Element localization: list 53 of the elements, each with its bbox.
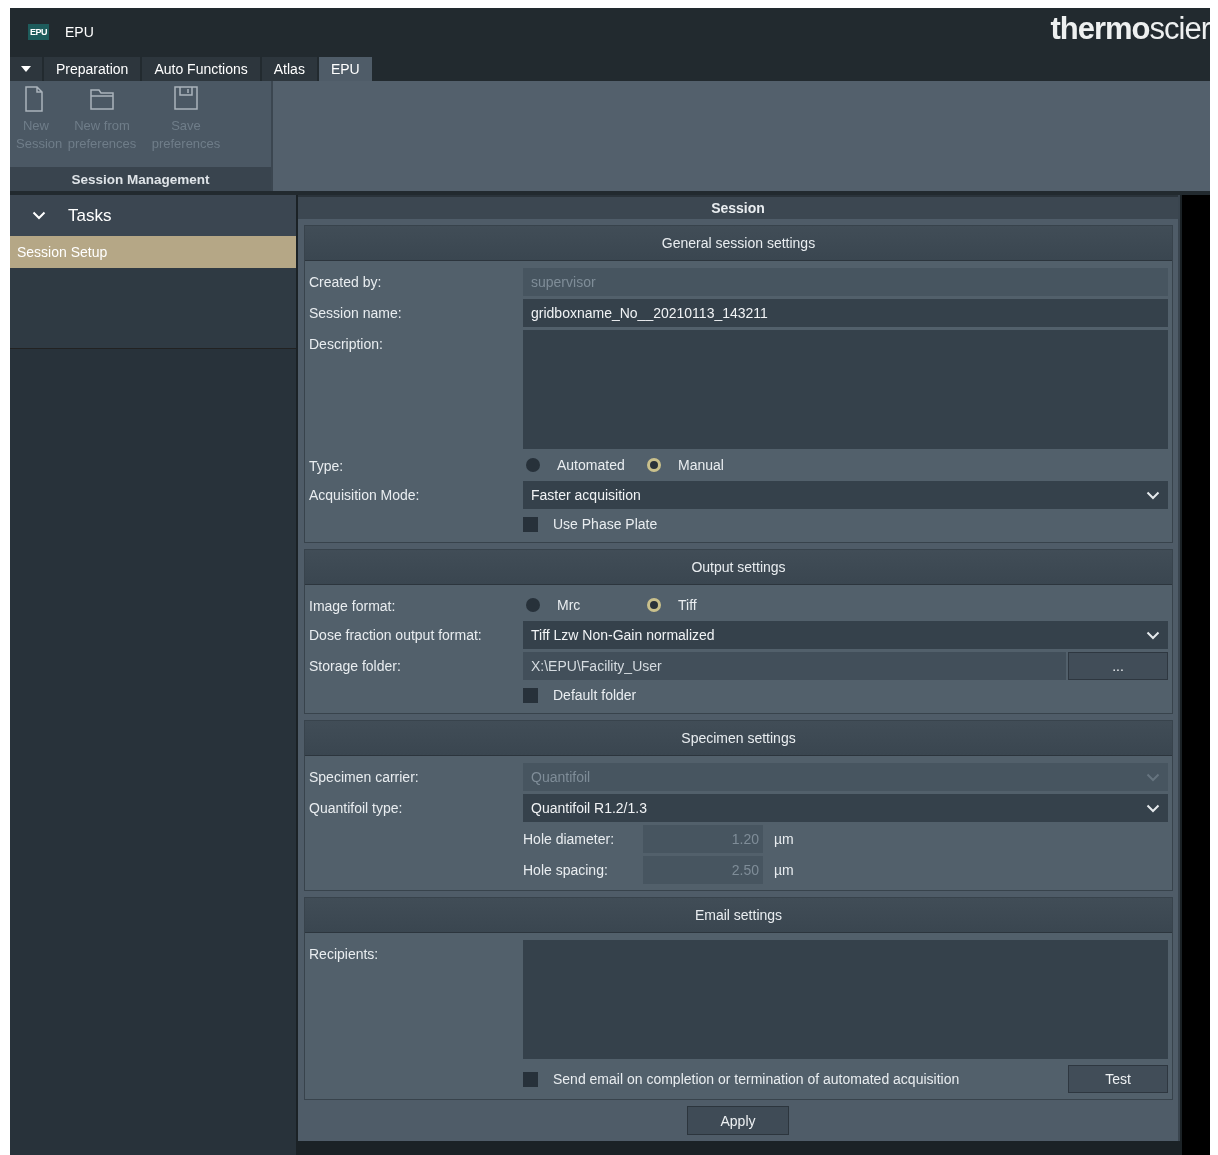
field-label: Specimen carrier: <box>309 768 420 785</box>
checkbox[interactable] <box>523 687 538 703</box>
field-label: Recipients: <box>309 945 380 962</box>
field-label: Created by: <box>309 273 383 290</box>
checkbox-label: Use Phase Plate <box>553 516 658 532</box>
field-label: Acquisition Mode: <box>309 486 421 503</box>
radio-option[interactable]: Manual <box>644 456 765 474</box>
radio-option[interactable]: Mrc <box>523 596 644 614</box>
radio-button[interactable] <box>647 598 661 612</box>
test-button[interactable]: Test <box>1068 1065 1168 1093</box>
dropdown[interactable]: Faster acquisition <box>523 481 1168 509</box>
ribbon-group-label: Session Management <box>10 167 271 191</box>
field-label: Quantifoil type: <box>309 799 404 816</box>
radio-button[interactable] <box>647 458 661 472</box>
checkbox-label: Send email on completion or termination of automated acquisition <box>553 1071 960 1087</box>
radio-option[interactable]: Tiff <box>644 596 765 614</box>
radio-button[interactable] <box>526 458 540 472</box>
field-label: Storage folder: <box>309 657 402 674</box>
section-header: Specimen settings <box>305 721 1172 756</box>
tab[interactable]: Auto Functions <box>142 57 260 81</box>
browse-button[interactable]: ... <box>1068 652 1168 680</box>
app-logo-badge: EPU <box>28 23 49 40</box>
field-label: Hole diameter: <box>523 831 616 847</box>
panel-title: Session <box>298 195 1178 219</box>
text-field[interactable]: gridboxname_No__20210113_143211 <box>523 299 1168 327</box>
unit-label: µm <box>773 862 795 878</box>
caret-icon <box>21 66 31 72</box>
field-label: Hole spacing: <box>523 862 609 878</box>
tab[interactable]: Atlas <box>261 57 317 81</box>
field-label: Dose fraction output format: <box>309 626 483 643</box>
radio-option[interactable]: Automated <box>523 456 644 474</box>
tab[interactable]: Preparation <box>44 57 141 81</box>
tab[interactable]: EPU <box>318 57 372 81</box>
dropdown[interactable]: Tiff Lzw Non-Gain normalized <box>523 621 1168 649</box>
section-header: Output settings <box>305 550 1172 585</box>
section-header: General session settings <box>305 226 1172 261</box>
field-label: Session name: <box>309 304 403 321</box>
radio-button[interactable] <box>526 598 540 612</box>
field-label: Type: <box>309 457 345 474</box>
app-title: EPU <box>65 23 94 40</box>
dropdown[interactable]: Quantifoil R1.2/1.3 <box>523 794 1168 822</box>
collapse-menu-button[interactable] <box>10 57 42 81</box>
field-label: Description: <box>309 335 384 352</box>
field-label: Image format: <box>309 597 397 614</box>
path-field[interactable]: X:\EPU\Facility_User <box>523 652 1066 680</box>
checkbox[interactable] <box>523 516 538 532</box>
checkbox-label: Default folder <box>553 687 637 703</box>
checkbox[interactable] <box>523 1071 538 1087</box>
unit-label: µm <box>773 831 795 847</box>
brand-logo: thermoscier <box>1050 10 1210 48</box>
section-header: Email settings <box>305 898 1172 933</box>
apply-button[interactable]: Apply <box>687 1106 789 1135</box>
tasks-header[interactable]: Tasks <box>10 195 296 236</box>
